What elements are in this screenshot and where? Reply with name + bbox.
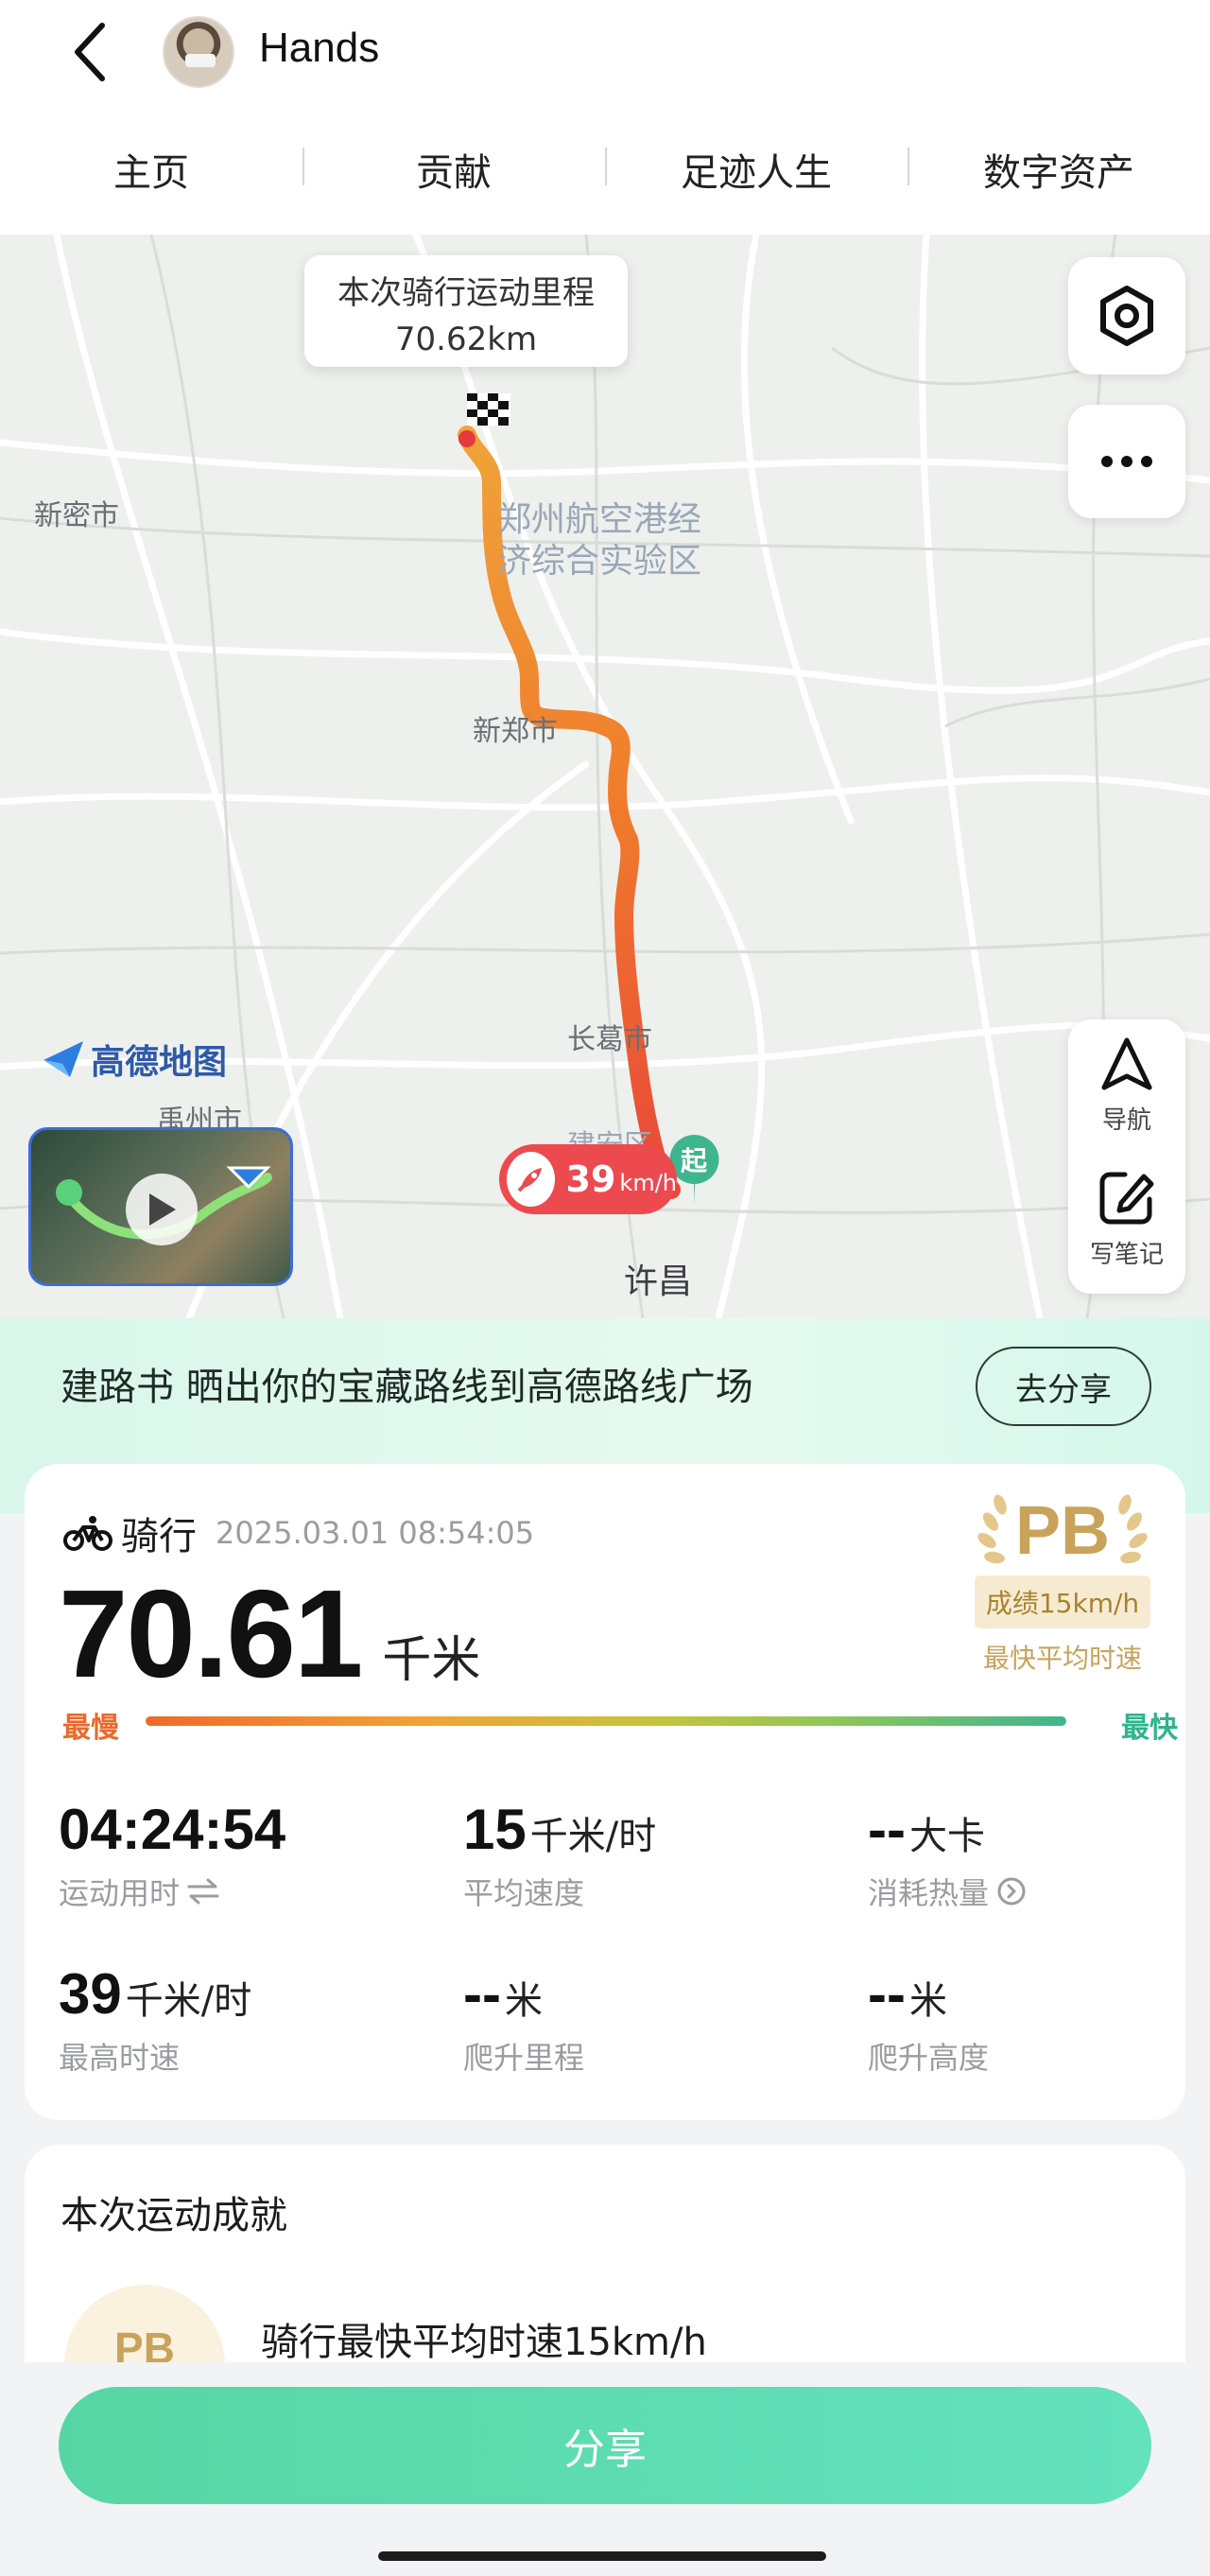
distance-value: 70.61 — [59, 1564, 363, 1703]
metric-duration-label: 运动用时 — [59, 1875, 181, 1911]
distance-unit: 千米 — [382, 1632, 481, 1689]
navigate-label: 导航 — [1101, 1106, 1151, 1135]
start-marker-label: 起 — [681, 1145, 708, 1176]
metric-duration-value: 04:24:54 — [59, 1798, 286, 1861]
play-button[interactable] — [126, 1174, 198, 1245]
metric-calories-unit: 大卡 — [908, 1815, 985, 1858]
map-label-xinmi: 新密市 — [34, 499, 119, 532]
map-label-xuchang: 许昌 — [624, 1262, 693, 1301]
achievement-item-text: 骑行最快平均时速15km/h — [261, 2321, 707, 2362]
metric-climb-distance-unit: 米 — [504, 1979, 543, 2023]
pb-result-badge: 成绩15km/h — [974, 1575, 1151, 1628]
pb-mark: PB — [1014, 1493, 1111, 1569]
metric-climb-height-unit: 米 — [908, 1979, 947, 2023]
tooltip-title: 本次骑行运动里程 — [337, 274, 595, 312]
metric-climb-height-label: 爬升高度 — [868, 2040, 990, 2076]
chevron-left-icon — [75, 23, 105, 81]
metric-climb-distance: -- 米 爬升里程 — [463, 1961, 841, 2078]
map-layers-button[interactable] — [1068, 257, 1185, 374]
distance-display: 70.61 千米 — [59, 1562, 480, 1705]
edit-note-icon — [1099, 1172, 1154, 1225]
avatar[interactable] — [163, 16, 234, 88]
amap-arrow-icon — [43, 1041, 83, 1077]
metric-climb-distance-label: 爬升里程 — [463, 2040, 585, 2076]
metric-calories: -- 大卡 消耗热量 — [868, 1797, 1210, 1913]
metric-calories-value: -- — [868, 1798, 906, 1861]
swap-arrows-icon[interactable] — [187, 1878, 219, 1905]
distance-tooltip: 本次骑行运动里程 70.62km — [304, 255, 628, 367]
metric-avg-speed: 15 千米/时 平均速度 — [463, 1797, 841, 1913]
home-indicator — [378, 2551, 826, 2561]
achievements-card: 本次运动成就 PB 骑行最快平均时速15km/h — [25, 2145, 1185, 2362]
metric-avg-speed-unit: 千米/时 — [529, 1815, 657, 1858]
navigate-button[interactable]: 导航 — [1068, 1036, 1185, 1136]
metric-climb-distance-value: -- — [463, 1962, 501, 2026]
go-share-button[interactable]: 去分享 — [976, 1347, 1151, 1426]
personal-best-badge[interactable]: PB 成绩15km/h 最快平均时速 — [970, 1492, 1155, 1676]
map-label-zone: 郑州航空港经 济综合实验区 — [497, 499, 701, 583]
finish-flag-icon — [458, 393, 510, 447]
map-side-panel: 导航 写笔记 — [1068, 1019, 1185, 1294]
username: Hands — [259, 25, 380, 71]
max-speed-marker: 39 km/h — [499, 1144, 677, 1214]
more-button[interactable] — [1068, 405, 1185, 518]
write-note-label: 写笔记 — [1089, 1241, 1164, 1269]
tab-footprint[interactable]: 足迹人生 — [605, 142, 908, 197]
rocket-icon — [507, 1152, 555, 1207]
map-label-changge: 长葛市 — [567, 1023, 652, 1056]
metric-climb-height-value: -- — [868, 1962, 906, 2026]
play-icon — [149, 1193, 176, 1226]
metric-calories-label: 消耗热量 — [868, 1875, 990, 1911]
map-label-zone-line2: 济综合实验区 — [497, 542, 702, 581]
hexagon-settings-icon — [1100, 286, 1153, 346]
navigation-arrow-icon — [1101, 1037, 1152, 1090]
write-note-button[interactable]: 写笔记 — [1068, 1167, 1185, 1270]
amap-logo: 高德地图 — [42, 1035, 227, 1084]
activity-type: 骑行 — [121, 1515, 197, 1558]
metric-max-speed-label: 最高时速 — [59, 2040, 181, 2076]
bottom-action-area: 分享 — [0, 2362, 1210, 2576]
activity-datetime: 2025.03.01 08:54:05 — [216, 1515, 535, 1551]
metric-avg-speed-label: 平均速度 — [463, 1875, 585, 1911]
max-speed-value: 39 — [565, 1158, 616, 1200]
chevron-circle-right-icon[interactable] — [996, 1876, 1027, 1906]
amap-logo-text: 高德地图 — [91, 1043, 228, 1082]
tooltip-value: 70.62km — [394, 321, 538, 358]
banner-text: 建路书 晒出你的宝藏路线到高德路线广场 — [60, 1366, 753, 1409]
achievement-pb-badge: PB — [64, 2285, 225, 2362]
speed-gradient-bar: 最慢 最快 — [62, 1702, 1178, 1745]
metric-max-speed: 39 千米/时 最高时速 — [59, 1961, 437, 2078]
back-button[interactable] — [60, 19, 117, 85]
laurel-right-icon — [1118, 1494, 1148, 1564]
tab-home[interactable]: 主页 — [0, 142, 302, 197]
laurel-left-icon — [977, 1494, 1007, 1564]
metric-climb-height: -- 米 爬升高度 — [868, 1961, 1210, 2078]
share-button[interactable]: 分享 — [59, 2387, 1151, 2504]
bicycle-icon — [63, 1516, 112, 1551]
route-map[interactable]: 本次骑行运动里程 70.62km 新密市 郑州航空港经 济综合实验区 新郑市 长… — [0, 235, 1210, 1318]
metric-max-speed-unit: 千米/时 — [125, 1979, 252, 2023]
metric-max-speed-value: 39 — [59, 1962, 122, 2026]
metric-duration: 04:24:54 运动用时 — [59, 1797, 437, 1913]
activity-header: 骑行 2025.03.01 08:54:05 — [62, 1506, 534, 1560]
pb-subtitle: 最快平均时速 — [982, 1643, 1142, 1674]
bar-slowest-label: 最慢 — [62, 1712, 119, 1745]
tab-digital-assets[interactable]: 数字资产 — [908, 142, 1210, 197]
bar-fastest-label: 最快 — [1121, 1712, 1178, 1745]
top-bar: Hands — [0, 0, 1210, 104]
achievements-title: 本次运动成就 — [60, 2194, 287, 2237]
tab-contribution[interactable]: 贡献 — [302, 142, 605, 197]
activity-summary-card: 骑行 2025.03.01 08:54:05 70.61 千米 PB 成绩15k… — [25, 1464, 1185, 2120]
map-label-zone-line1: 郑州航空港经 — [497, 500, 702, 539]
more-dots-icon — [1101, 456, 1152, 467]
map-label-xinzheng: 新郑市 — [473, 715, 558, 748]
speed-gradient-track — [146, 1716, 1066, 1726]
metric-avg-speed-value: 15 — [463, 1798, 527, 1861]
max-speed-unit: km/h — [619, 1170, 677, 1196]
profile-tabs: 主页 贡献 足迹人生 数字资产 — [0, 104, 1210, 235]
route-replay-thumbnail[interactable] — [28, 1127, 293, 1286]
